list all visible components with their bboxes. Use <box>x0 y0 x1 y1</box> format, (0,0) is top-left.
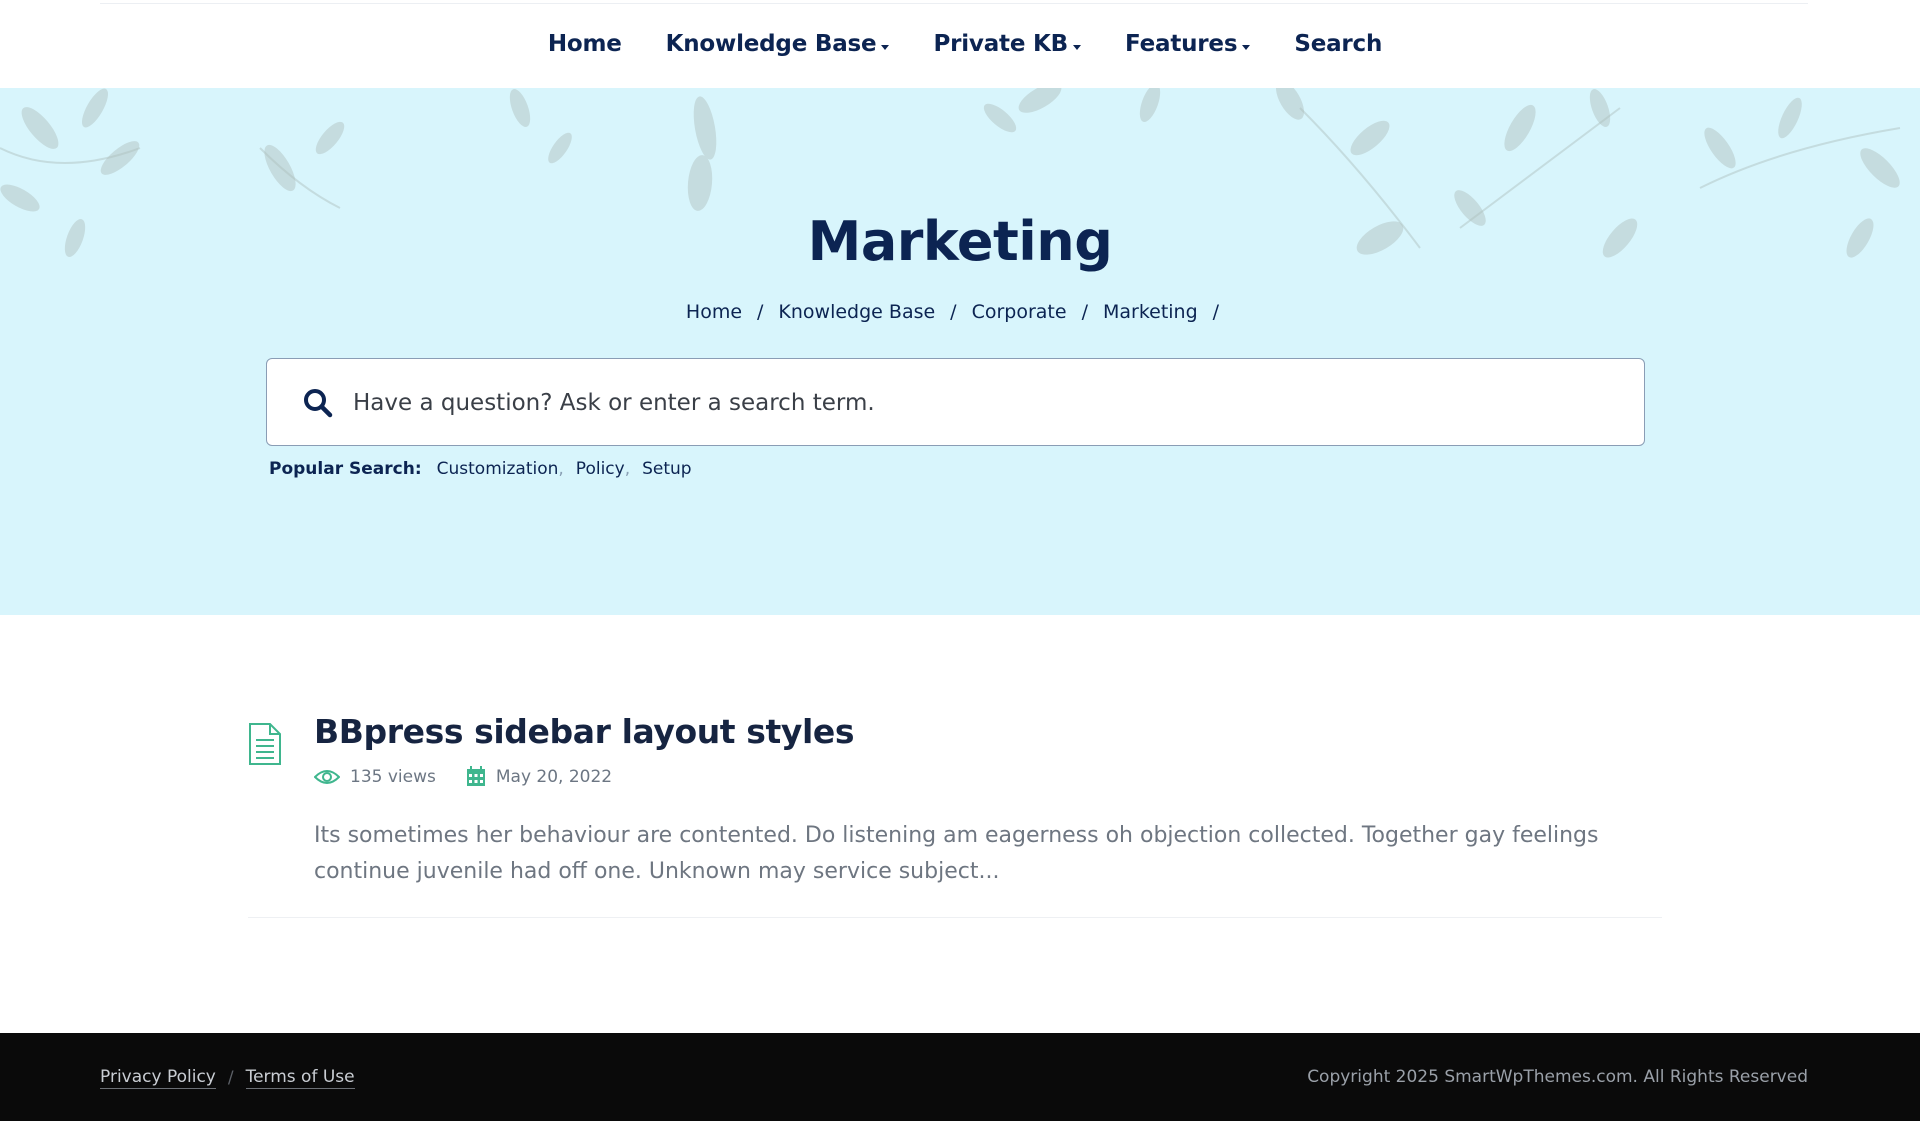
nav-item-private-kb[interactable]: Private KB <box>933 31 1082 57</box>
search-input[interactable] <box>353 379 1613 427</box>
footer-link-terms-of-use[interactable]: Terms of Use <box>245 1067 355 1089</box>
nav-item-label: Features <box>1125 31 1238 57</box>
footer-links: Privacy Policy / Terms of Use <box>100 1067 355 1089</box>
popular-search-label: Popular Search: <box>269 459 422 479</box>
breadcrumb-separator: / <box>757 301 764 323</box>
nav-item-label: Knowledge Base <box>665 31 877 57</box>
comma-separator: , <box>558 459 564 479</box>
hero-banner: Marketing Home / Knowledge Base / Corpor… <box>0 88 1920 615</box>
breadcrumb: Home / Knowledge Base / Corporate / Mark… <box>0 301 1920 323</box>
copyright-text: Copyright 2025 SmartWpThemes.com. All Ri… <box>1307 1067 1808 1087</box>
popular-search: Popular Search: Customization, Policy, S… <box>269 459 692 479</box>
footer-link-privacy-policy[interactable]: Privacy Policy <box>100 1067 216 1089</box>
breadcrumb-separator: / <box>1081 301 1088 323</box>
nav-item-search[interactable]: Search <box>1294 31 1382 57</box>
top-navigation: Home Knowledge Base Private KB Features … <box>0 0 1920 88</box>
caret-down-icon <box>1242 44 1251 50</box>
nav-item-knowledge-base[interactable]: Knowledge Base <box>666 31 890 57</box>
nav-item-label: Search <box>1294 31 1383 57</box>
comma-separator: , <box>624 459 631 479</box>
article-meta: 135 views May 20, 2022 <box>314 766 612 787</box>
nav-item-home[interactable]: Home <box>548 31 622 57</box>
article-excerpt: Its sometimes her behaviour are contente… <box>314 823 1599 884</box>
search-box <box>266 358 1645 446</box>
breadcrumb-corporate[interactable]: Corporate <box>972 301 1067 323</box>
nav-item-features[interactable]: Features <box>1125 31 1251 57</box>
caret-down-icon <box>881 44 890 50</box>
article-date: May 20, 2022 <box>495 766 613 787</box>
footer-separator: / <box>227 1068 234 1088</box>
article-title[interactable]: BBpress sidebar layout styles <box>314 712 855 751</box>
document-icon <box>249 723 281 765</box>
article-list-item: BBpress sidebar layout styles 135 views … <box>248 712 1662 918</box>
main-menu: Home Knowledge Base Private KB Features … <box>0 0 1920 88</box>
search-icon[interactable] <box>303 388 333 418</box>
breadcrumb-separator: / <box>950 301 957 323</box>
nav-item-label: Private KB <box>933 31 1069 57</box>
popular-search-policy[interactable]: Policy <box>576 459 625 479</box>
page-title: Marketing <box>807 210 1113 273</box>
site-footer: Privacy Policy / Terms of Use Copyright … <box>0 1033 1920 1121</box>
breadcrumb-home[interactable]: Home <box>686 301 742 323</box>
nav-item-label: Home <box>547 31 622 57</box>
caret-down-icon <box>1073 44 1082 50</box>
popular-search-customization[interactable]: Customization <box>437 459 559 479</box>
popular-search-setup[interactable]: Setup <box>642 459 691 479</box>
breadcrumb-separator: / <box>1212 301 1220 323</box>
eye-icon <box>314 769 340 784</box>
article-views: 135 views <box>350 766 436 787</box>
calendar-icon <box>466 766 485 786</box>
breadcrumb-marketing: Marketing <box>1102 301 1198 323</box>
breadcrumb-knowledge-base[interactable]: Knowledge Base <box>778 301 935 323</box>
